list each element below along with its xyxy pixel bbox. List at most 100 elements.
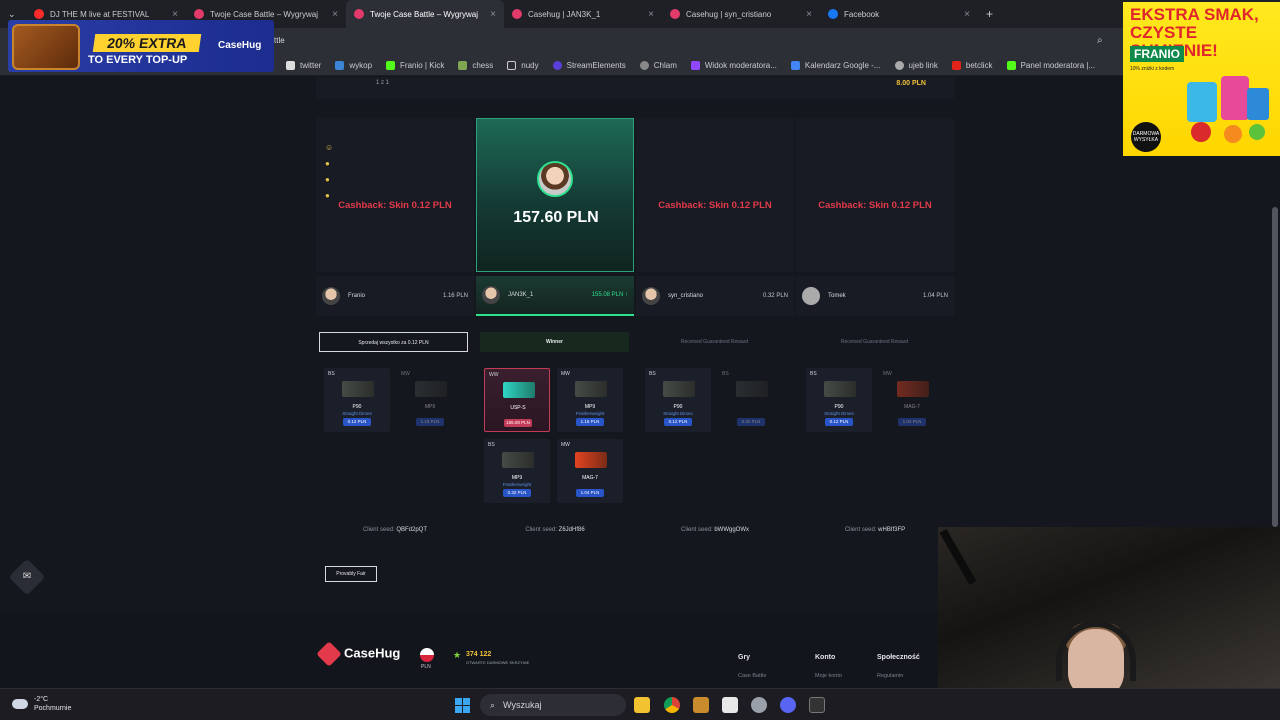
casehug-ad-banner[interactable]: 20% EXTRA TO EVERY TOP-UP CaseHug [8, 20, 274, 72]
footer-link[interactable]: Case Battle [738, 673, 766, 679]
item-card[interactable]: MW MP9 Featherweight 1.16 PLN [557, 368, 623, 432]
avatar [802, 287, 820, 305]
close-icon[interactable]: × [800, 9, 812, 20]
bookmark-chlam[interactable]: Chlam [639, 61, 677, 70]
franio-ad-banner[interactable]: EKSTRA SMAK, CZYSTE SUMIENIE! FRANIO 10%… [1123, 2, 1280, 156]
client-seed: Client seed: QBFd2pQT [362, 527, 428, 533]
bookmark-mod-panel[interactable]: Panel moderatora |... [1006, 61, 1095, 70]
youtube-icon [34, 9, 44, 19]
casehug-icon [194, 9, 204, 19]
provably-fair-button[interactable]: Provably Fair [325, 566, 377, 582]
discord-icon[interactable] [780, 697, 796, 713]
emoji-reactions[interactable]: ☺ ● ● ● [325, 140, 333, 204]
bookmark-google-calendar[interactable]: Kalendarz Google -... [790, 61, 881, 70]
streamer-webcam [938, 527, 1280, 688]
weapon-image [663, 381, 695, 397]
item-card[interactable]: BS MP9 Featherweight 0.32 PLN [484, 439, 550, 503]
windows-start-icon[interactable] [455, 698, 470, 713]
footer-link[interactable]: Moje konto [815, 673, 842, 679]
tab-facebook[interactable]: Facebook × [820, 0, 978, 28]
tab-case-battle-2[interactable]: Twoje Case Battle – Wygrywaj × [346, 0, 504, 28]
casehug-icon [354, 9, 364, 19]
weather-widget[interactable]: -2°C Pochmurnie [12, 695, 71, 713]
weapon-image [736, 381, 768, 397]
new-tab-button[interactable]: + [978, 0, 1001, 28]
weapon-image [575, 381, 607, 397]
item-card[interactable]: BS P90 Straight Dimes 0.12 PLN [324, 368, 390, 432]
battle-summary-strip: 1 z 1 8.00 PLN [316, 77, 954, 99]
winner-label: Winner [480, 332, 629, 352]
reel-franio: Cashback: Skin 0.12 PLN ☺ ● ● ● [316, 118, 474, 272]
casehug-icon [512, 9, 522, 19]
avatar [322, 287, 340, 305]
treasure-chest-image [12, 24, 80, 70]
bookmark-link[interactable]: ujeb link [894, 61, 938, 70]
taskbar-search[interactable]: ⌕ Wyszukaj [480, 694, 626, 716]
footer-link[interactable]: Regulamin [877, 673, 903, 679]
sell-all-button[interactable]: Sprzedaj wszystko za 0.12 PLN [319, 332, 468, 352]
item-card[interactable]: MW MAG-7 1.04 PLN [557, 439, 623, 503]
close-icon[interactable]: × [642, 9, 654, 20]
reel-winner: 157.60 PLN [476, 118, 634, 272]
casehug-logo[interactable]: CaseHug [316, 641, 400, 667]
taskbar: -2°C Pochmurnie ⌕ Wyszukaj [0, 688, 1280, 720]
app-icon[interactable] [693, 697, 709, 713]
client-seed: Client seed: bWWggOWx [680, 527, 750, 533]
star-icon: ★ [453, 650, 462, 660]
item-card[interactable]: BS P90 Straight Dimes 0.12 PLN [806, 368, 872, 432]
chat-button[interactable]: ✉ [8, 558, 46, 596]
facebook-icon [828, 9, 838, 19]
close-icon[interactable]: × [958, 9, 970, 20]
chrome-icon[interactable] [664, 697, 680, 713]
item-card[interactable]: BS P90 Straight Dimes 0.12 PLN [645, 368, 711, 432]
settings-icon[interactable] [751, 697, 767, 713]
bookmark-twitter[interactable]: twitter [286, 61, 321, 70]
tab-casehug-jan3k[interactable]: Casehug | JAN3K_1 × [504, 0, 662, 28]
cloud-icon [12, 699, 28, 709]
file-explorer-icon[interactable] [634, 697, 650, 713]
weapon-image [502, 452, 534, 468]
item-card[interactable]: MW MAG-7 1.04 PLN [879, 368, 945, 432]
bookmark-chess[interactable]: chess [458, 61, 493, 70]
player-card[interactable]: syn_cristiano 0.32 PLN [636, 276, 794, 316]
guaranteed-reward-label: Received Guaranteed Reward [680, 339, 749, 345]
url-text: ttle [274, 36, 285, 45]
chat-icon: ✉ [22, 571, 32, 582]
bookmark-betclick[interactable]: betclick [951, 61, 993, 70]
headset-icon [1056, 621, 1136, 681]
player-card[interactable]: Franio 1.16 PLN [316, 276, 474, 316]
search-icon[interactable]: ⌕ [1097, 35, 1103, 46]
winner-avatar [537, 161, 573, 197]
weapon-image [575, 452, 607, 468]
terminal-icon[interactable] [809, 697, 825, 713]
search-icon: ⌕ [490, 699, 496, 710]
client-seed: Client seed: Z6JdHf86 [525, 527, 585, 533]
bookmark-moderator-view[interactable]: Widok moderatora... [690, 61, 777, 70]
item-card[interactable]: BS 0.32 PLN [718, 368, 784, 432]
player-card[interactable]: Tomek 1.04 PLN [796, 276, 954, 316]
bookmark-streamelements[interactable]: StreamElements [552, 61, 626, 70]
bookmark-wykop[interactable]: wykop [335, 61, 372, 70]
tab-casehug-syn[interactable]: Casehug | syn_cristiano × [662, 0, 820, 28]
player-card-winner[interactable]: JAN3K_1 155.08 PLN ↑ [476, 276, 634, 316]
bookmark-folder-nudy[interactable]: nudy [507, 61, 539, 70]
weapon-image [824, 381, 856, 397]
weapon-image [342, 381, 374, 397]
item-card[interactable]: MW MP9 1.16 PLN [397, 368, 463, 432]
product-image [1187, 76, 1269, 143]
page-scrollbar[interactable] [1272, 207, 1278, 527]
weapon-image [897, 381, 929, 397]
close-icon[interactable]: × [484, 9, 496, 20]
item-card-winning[interactable]: WW USP-S 155.08 PLN [484, 368, 550, 432]
weapon-image [503, 382, 535, 398]
bookmark-kick[interactable]: Franio | Kick [386, 61, 444, 70]
avatar [482, 286, 500, 304]
client-seed: Client seed: wHBIf3FP [844, 527, 906, 533]
poland-flag-icon[interactable] [420, 648, 434, 662]
close-icon[interactable]: × [326, 9, 338, 20]
reel-tomek: Cashback: Skin 0.12 PLN [796, 118, 954, 272]
close-icon[interactable]: × [166, 9, 178, 20]
casehug-icon [670, 9, 680, 19]
avatar [642, 287, 660, 305]
app-icon[interactable] [722, 697, 738, 713]
